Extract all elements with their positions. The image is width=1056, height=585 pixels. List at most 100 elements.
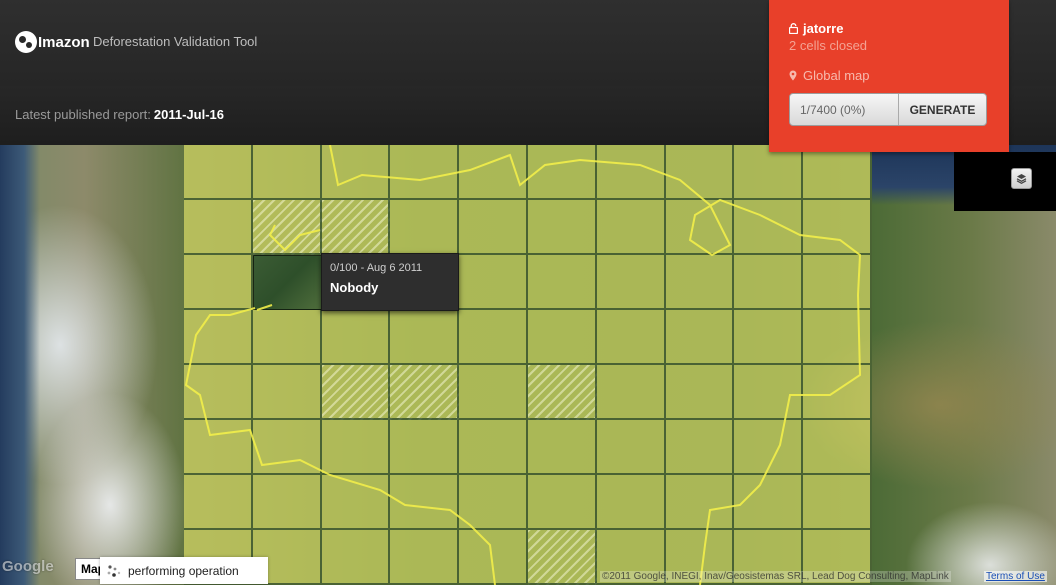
grid-cell[interactable] bbox=[803, 310, 872, 365]
grid-cell[interactable] bbox=[734, 255, 804, 310]
imazon-logo[interactable]: Imazon bbox=[15, 31, 90, 53]
tooltip-meta: 0/100 - Aug 6 2011 bbox=[330, 262, 423, 274]
grid-cell[interactable] bbox=[596, 365, 666, 420]
username-row: jatorre bbox=[789, 21, 843, 36]
grid-cell[interactable] bbox=[390, 365, 460, 420]
grid-cell[interactable] bbox=[528, 420, 597, 475]
grid-cell[interactable] bbox=[803, 365, 872, 420]
grid-cell[interactable] bbox=[459, 255, 528, 310]
grid-cell[interactable] bbox=[321, 530, 391, 585]
cell-grid[interactable] bbox=[184, 145, 872, 585]
grid-cell[interactable] bbox=[803, 145, 872, 200]
grid-cell[interactable] bbox=[803, 200, 872, 255]
grid-cell[interactable] bbox=[459, 530, 528, 585]
grid-cell[interactable] bbox=[390, 145, 460, 200]
grid-cell[interactable] bbox=[528, 475, 597, 530]
grid-cell[interactable] bbox=[252, 310, 322, 365]
grid-cell[interactable] bbox=[734, 200, 804, 255]
app-title: Deforestation Validation Tool bbox=[93, 34, 258, 49]
grid-cell[interactable] bbox=[252, 475, 322, 530]
grid-cell[interactable] bbox=[665, 310, 735, 365]
grid-cell[interactable] bbox=[596, 145, 666, 200]
grid-cell[interactable] bbox=[665, 200, 735, 255]
grid-cell[interactable] bbox=[596, 475, 666, 530]
grid-cell[interactable] bbox=[528, 255, 597, 310]
grid-cell[interactable] bbox=[459, 420, 528, 475]
status-indicator: performing operation bbox=[100, 557, 268, 584]
grid-cell[interactable] bbox=[528, 145, 597, 200]
tooltip-user: Nobody bbox=[330, 280, 379, 295]
grid-cell[interactable] bbox=[184, 420, 253, 475]
grid-cell[interactable] bbox=[321, 365, 391, 420]
grid-cell[interactable] bbox=[252, 255, 322, 310]
map-pin-icon bbox=[789, 70, 797, 81]
grid-cell[interactable] bbox=[803, 420, 872, 475]
google-logo: Google bbox=[2, 558, 54, 575]
grid-cell[interactable] bbox=[734, 420, 804, 475]
grid-cell[interactable] bbox=[803, 255, 872, 310]
map-attribution: ©2011 Google, INEGI, Inav/Geosistemas SR… bbox=[600, 571, 951, 582]
username[interactable]: jatorre bbox=[803, 21, 843, 36]
grid-cell[interactable] bbox=[734, 145, 804, 200]
grid-cell[interactable] bbox=[734, 365, 804, 420]
cell-tooltip: 0/100 - Aug 6 2011 Nobody bbox=[321, 253, 459, 311]
grid-cell[interactable] bbox=[803, 475, 872, 530]
lock-icon bbox=[789, 23, 798, 34]
layers-icon bbox=[1016, 174, 1027, 184]
grid-cell[interactable] bbox=[252, 365, 322, 420]
report-date: 2011-Jul-16 bbox=[153, 107, 224, 122]
grid-cell[interactable] bbox=[459, 365, 528, 420]
grid-cell[interactable] bbox=[321, 145, 391, 200]
grid-cell[interactable] bbox=[390, 310, 460, 365]
report-label-text: Latest published report: bbox=[15, 107, 151, 122]
grid-cell[interactable] bbox=[252, 420, 322, 475]
grid-cell[interactable] bbox=[184, 365, 253, 420]
grid-cell[interactable] bbox=[390, 200, 460, 255]
generate-button[interactable]: GENERATE bbox=[898, 94, 986, 125]
grid-cell[interactable] bbox=[665, 420, 735, 475]
grid-cell[interactable] bbox=[459, 310, 528, 365]
grid-cell[interactable] bbox=[596, 200, 666, 255]
spinner-icon bbox=[107, 564, 121, 577]
grid-cell[interactable] bbox=[734, 475, 804, 530]
grid-cell[interactable] bbox=[596, 310, 666, 365]
grid-cell[interactable] bbox=[184, 200, 253, 255]
grid-cell[interactable] bbox=[665, 365, 735, 420]
map-ocean-left bbox=[0, 145, 40, 585]
brand-name: Imazon bbox=[38, 33, 90, 51]
grid-cell[interactable] bbox=[596, 420, 666, 475]
grid-cell[interactable] bbox=[390, 475, 460, 530]
grid-cell[interactable] bbox=[184, 475, 253, 530]
cells-closed-count: 2 cells closed bbox=[789, 38, 868, 53]
grid-cell[interactable] bbox=[321, 420, 391, 475]
grid-cell[interactable] bbox=[184, 255, 253, 310]
grid-cell[interactable] bbox=[528, 530, 597, 585]
grid-cell[interactable] bbox=[665, 255, 735, 310]
grid-cell[interactable] bbox=[321, 310, 391, 365]
grid-cell[interactable] bbox=[459, 200, 528, 255]
user-panel: jatorre 2 cells closed Global map 1/7400… bbox=[769, 0, 1009, 152]
imazon-logo-icon bbox=[15, 31, 37, 53]
grid-cell[interactable] bbox=[665, 145, 735, 200]
grid-cell[interactable] bbox=[321, 475, 391, 530]
grid-cell[interactable] bbox=[390, 530, 460, 585]
grid-cell[interactable] bbox=[528, 310, 597, 365]
layers-button[interactable] bbox=[1011, 168, 1032, 189]
grid-cell[interactable] bbox=[390, 420, 460, 475]
grid-cell[interactable] bbox=[665, 475, 735, 530]
grid-cell[interactable] bbox=[321, 200, 391, 255]
grid-cell[interactable] bbox=[184, 145, 253, 200]
grid-cell[interactable] bbox=[252, 200, 322, 255]
report-label: Latest published report: 2011-Jul-16 bbox=[15, 107, 224, 122]
layers-panel bbox=[954, 152, 1056, 211]
grid-cell[interactable] bbox=[596, 255, 666, 310]
grid-cell[interactable] bbox=[734, 310, 804, 365]
grid-cell[interactable] bbox=[459, 145, 528, 200]
grid-cell[interactable] bbox=[184, 310, 253, 365]
map-scope-row[interactable]: Global map bbox=[789, 68, 869, 83]
grid-cell[interactable] bbox=[528, 365, 597, 420]
terms-of-use-link[interactable]: Terms of Use bbox=[984, 571, 1047, 582]
grid-cell[interactable] bbox=[459, 475, 528, 530]
grid-cell[interactable] bbox=[252, 145, 322, 200]
grid-cell[interactable] bbox=[528, 200, 597, 255]
